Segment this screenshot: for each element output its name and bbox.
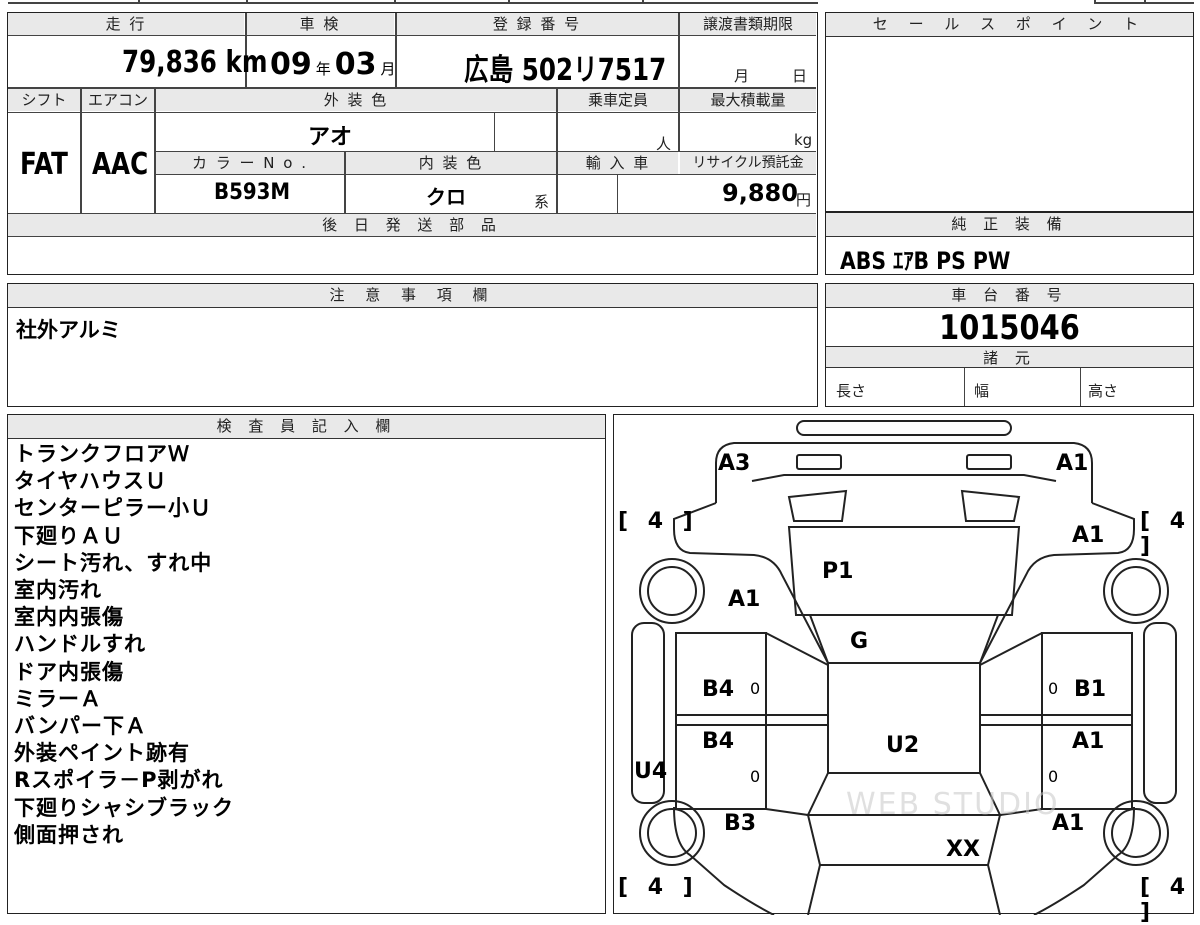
mark-u4: U4 <box>634 759 668 784</box>
inspector-line: バンパー下Ａ <box>14 714 148 739</box>
standard-equipment-box: 純 正 装 備 ABS ｴｱB PS PW <box>825 212 1194 275</box>
inspector-label: 検 査 員 記 入 欄 <box>8 415 605 439</box>
mark-a1-right-front: A1 <box>1072 523 1105 548</box>
mark-zero-3: 0 <box>750 767 761 786</box>
recycle-value: 9,880 <box>722 179 798 207</box>
inspector-box: 検 査 員 記 入 欄 トランクフロアＷ タイヤハウスＵ センターピラー小Ｕ 下… <box>7 414 606 914</box>
shaken-label: 車 検 <box>246 13 394 35</box>
mark-g: G <box>850 629 869 654</box>
chassis-label: 車 台 番 号 <box>826 284 1193 308</box>
chassis-value: 1015046 <box>939 308 1080 348</box>
notes-value: 社外アルミ <box>16 318 121 342</box>
inspector-line: ミラーＡ <box>14 686 102 711</box>
watermark: WEB STUDIO <box>846 787 1060 822</box>
tire-br: [ 4 ] <box>1140 875 1192 925</box>
exterior-color-value: アオ <box>308 125 353 150</box>
max-load-label: 最大積載量 <box>680 89 816 111</box>
chassis-box: 車 台 番 号 1015046 諸 元 長さ 幅 高さ <box>825 283 1194 407</box>
height-label: 高さ <box>1088 382 1119 400</box>
mark-a1-left: A1 <box>728 587 761 612</box>
interior-suffix: 系 <box>534 193 550 211</box>
tire-tl: [ 4 ] <box>618 509 699 534</box>
spec-label: 諸 元 <box>826 346 1193 368</box>
mark-zero-4: 0 <box>1048 767 1059 786</box>
mark-b4-lower: B4 <box>702 729 735 754</box>
notes-box: 注 意 事 項 欄 社外アルミ <box>7 283 818 407</box>
mark-a1-right-mid: A1 <box>1072 729 1105 754</box>
aircon-label: エアコン <box>82 89 154 111</box>
mark-xx: XX <box>946 837 980 862</box>
inspector-line: センターピラー小Ｕ <box>14 496 212 521</box>
shaken-month-unit: 月 <box>380 60 396 78</box>
mileage-value: 79,836 km <box>122 45 268 80</box>
inspector-line: ハンドルすれ <box>14 632 146 657</box>
mark-a1-right-low: A1 <box>1052 811 1085 836</box>
color-no-label: カ ラ ー N o . <box>156 152 344 174</box>
standard-equipment-value: ABS ｴｱB PS PW <box>840 247 1011 275</box>
sales-point-label: セ ー ル ス ポ イ ン ト <box>826 13 1193 37</box>
inspector-line: 側面押され <box>14 822 124 847</box>
tire-bl: [ 4 ] <box>618 875 699 900</box>
top-partial-row <box>8 0 1194 4</box>
inspector-line: 下廻りＡＵ <box>14 523 124 548</box>
aircon-value: AAC <box>92 147 149 182</box>
standard-equipment-label: 純 正 装 備 <box>826 213 1193 237</box>
mark-u2: U2 <box>886 733 920 758</box>
later-parts-label: 後 日 発 送 部 品 <box>8 214 816 236</box>
car-outline-diagram <box>631 420 1177 915</box>
vehicle-info-box: 走 行 車 検 登 録 番 号 譲渡書類期限 79,836 km 09 年 03 月 … <box>7 12 818 275</box>
shaken-year-unit: 年 <box>315 60 331 78</box>
registration-value: 広島 502リ7517 <box>464 53 667 88</box>
shaken-date: 09 年 03 月 <box>270 47 396 82</box>
recycle-label: リサイクル預託金 <box>680 152 816 174</box>
mark-a1-top-right: A1 <box>1056 451 1089 476</box>
mark-b4-upper: B4 <box>702 677 735 702</box>
width-label: 幅 <box>974 382 990 400</box>
interior-color-value: クロ <box>426 185 466 209</box>
exterior-color-label: 外 装 色 <box>156 89 556 111</box>
shift-label: シフト <box>8 89 80 111</box>
inspector-line: 室内汚れ <box>14 578 102 603</box>
inspector-line: シート汚れ、すれ中 <box>14 550 213 575</box>
interior-color-label: 内 装 色 <box>346 152 556 174</box>
shift-value: FAT <box>20 147 68 182</box>
inspector-line: 室内内張傷 <box>14 605 124 630</box>
damage-diagram-box: WEB STUDIO A3 A1 [ 4 ] [ 4 ] A1 P1 A1 G … <box>613 414 1194 925</box>
mark-p1: P1 <box>822 559 854 584</box>
inspector-list: トランクフロアＷ タイヤハウスＵ センターピラー小Ｕ 下廻りＡＵ シート汚れ、す… <box>14 441 234 849</box>
mark-a3-left: A3 <box>718 451 751 476</box>
inspector-line: 下廻りシャシブラック <box>14 795 234 820</box>
mark-zero-2: 0 <box>1048 679 1059 698</box>
color-no-value: B593M <box>214 180 291 205</box>
inspector-line: 外装ペイント跡有 <box>14 741 190 766</box>
recycle-unit: 円 <box>796 191 812 209</box>
shaken-year: 09 <box>270 47 312 82</box>
length-label: 長さ <box>836 382 867 400</box>
transfer-label: 譲渡書類期限 <box>680 13 816 35</box>
mark-b3: B3 <box>724 811 757 836</box>
tire-tr: [ 4 ] <box>1140 509 1192 559</box>
sales-point-box: セ ー ル ス ポ イ ン ト <box>825 12 1194 212</box>
mileage-label: 走 行 <box>8 13 244 35</box>
transfer-month-unit: 月 <box>734 67 750 85</box>
notes-label: 注 意 事 項 欄 <box>8 284 817 308</box>
registration-label: 登 録 番 号 <box>396 13 678 35</box>
transfer-day-unit: 日 <box>792 67 808 85</box>
inspector-line: ドア内張傷 <box>14 659 124 684</box>
inspector-line: Rスポイラ－P剥がれ <box>14 768 224 793</box>
capacity-label: 乗車定員 <box>558 89 678 111</box>
import-label: 輸 入 車 <box>558 152 678 174</box>
max-load-unit: kg <box>794 131 813 149</box>
mark-zero-1: 0 <box>750 679 761 698</box>
inspector-line: トランクフロアＷ <box>14 442 190 466</box>
mark-b1: B1 <box>1074 677 1107 702</box>
inspector-line: タイヤハウスＵ <box>14 469 167 494</box>
shaken-month: 03 <box>334 47 377 82</box>
